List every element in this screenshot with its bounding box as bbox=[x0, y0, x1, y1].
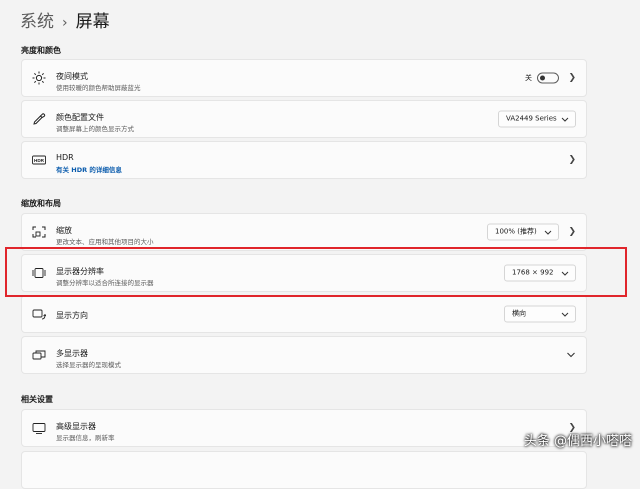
scale-value: 100% (推荐) bbox=[495, 227, 537, 236]
multi-display-icon bbox=[32, 348, 46, 362]
color-profile-title: 颜色配置文件 bbox=[56, 113, 104, 122]
section-heading-brightness: 亮度和颜色 bbox=[21, 46, 61, 55]
night-light-desc: 使用较暖的颜色帮助屏蔽蓝光 bbox=[56, 84, 141, 92]
orientation-value: 横向 bbox=[512, 309, 526, 318]
scale-dropdown[interactable]: 100% (推荐) bbox=[487, 223, 559, 241]
toggle-knob bbox=[540, 75, 545, 81]
breadcrumb: 系统 › 屏幕 bbox=[20, 9, 110, 36]
color-profile-dropdown[interactable]: VA2449 Series bbox=[498, 110, 576, 128]
night-light-toggle-label: 关 bbox=[525, 74, 532, 82]
chevron-down-icon bbox=[561, 117, 569, 122]
section-heading-related: 相关设置 bbox=[21, 395, 53, 404]
chevron-right-icon[interactable]: ❯ bbox=[568, 227, 576, 237]
night-light-toggle[interactable] bbox=[537, 72, 559, 84]
page-title: 屏幕 bbox=[75, 12, 110, 32]
advanced-display-title: 高级显示器 bbox=[56, 422, 96, 431]
chevron-right-icon[interactable]: ❯ bbox=[568, 155, 576, 165]
multi-display-desc: 选择显示器的呈现模式 bbox=[56, 361, 121, 369]
multi-display-title: 多显示器 bbox=[56, 349, 88, 358]
hdr-title: HDR bbox=[56, 153, 74, 162]
scale-icon bbox=[32, 225, 46, 239]
chevron-down-icon bbox=[544, 230, 552, 235]
color-profile-row[interactable]: 颜色配置文件 调整屏幕上的颜色显示方式 VA2449 Series bbox=[21, 100, 587, 138]
orientation-dropdown[interactable]: 横向 bbox=[504, 305, 576, 323]
breadcrumb-separator: › bbox=[62, 15, 68, 31]
watermark: 头条 @偶西小嗒嗒 bbox=[523, 434, 632, 449]
orientation-row[interactable]: 显示方向 横向 bbox=[21, 295, 587, 333]
hdr-row[interactable]: HDR HDR 有关 HDR 的详细信息 ❯ bbox=[21, 141, 587, 179]
advanced-display-desc: 显示器信息，刷新率 bbox=[56, 434, 115, 442]
eyedropper-icon bbox=[32, 112, 46, 126]
breadcrumb-parent[interactable]: 系统 bbox=[20, 12, 54, 32]
hdr-icon: HDR bbox=[32, 153, 46, 167]
chevron-down-icon[interactable] bbox=[566, 351, 576, 359]
svg-text:HDR: HDR bbox=[34, 158, 45, 163]
chevron-right-icon[interactable]: ❯ bbox=[568, 73, 576, 83]
orientation-title: 显示方向 bbox=[56, 311, 88, 320]
monitor-icon bbox=[32, 421, 46, 435]
highlight-box bbox=[5, 247, 627, 297]
color-profile-desc: 调整屏幕上的颜色显示方式 bbox=[56, 125, 134, 133]
night-light-row[interactable]: 夜间模式 使用较暖的颜色帮助屏蔽蓝光 关 ❯ bbox=[21, 59, 587, 97]
chevron-down-icon bbox=[561, 312, 569, 317]
scale-title: 缩放 bbox=[56, 226, 72, 235]
advanced-display-row[interactable]: 高级显示器 显示器信息，刷新率 ❯ bbox=[21, 409, 587, 447]
multi-display-row[interactable]: 多显示器 选择显示器的呈现模式 bbox=[21, 336, 587, 374]
scale-row[interactable]: 缩放 更改文本、应用和其他项目的大小 100% (推荐) ❯ bbox=[21, 213, 587, 251]
next-settings-row[interactable] bbox=[21, 451, 587, 489]
hdr-info-link[interactable]: 有关 HDR 的详细信息 bbox=[56, 164, 122, 174]
color-profile-value: VA2449 Series bbox=[506, 114, 557, 123]
scale-desc: 更改文本、应用和其他项目的大小 bbox=[56, 238, 154, 246]
orientation-icon bbox=[32, 307, 46, 321]
night-light-title: 夜间模式 bbox=[56, 72, 88, 81]
sun-icon bbox=[32, 71, 46, 85]
section-heading-scale-layout: 缩放和布局 bbox=[21, 199, 61, 208]
